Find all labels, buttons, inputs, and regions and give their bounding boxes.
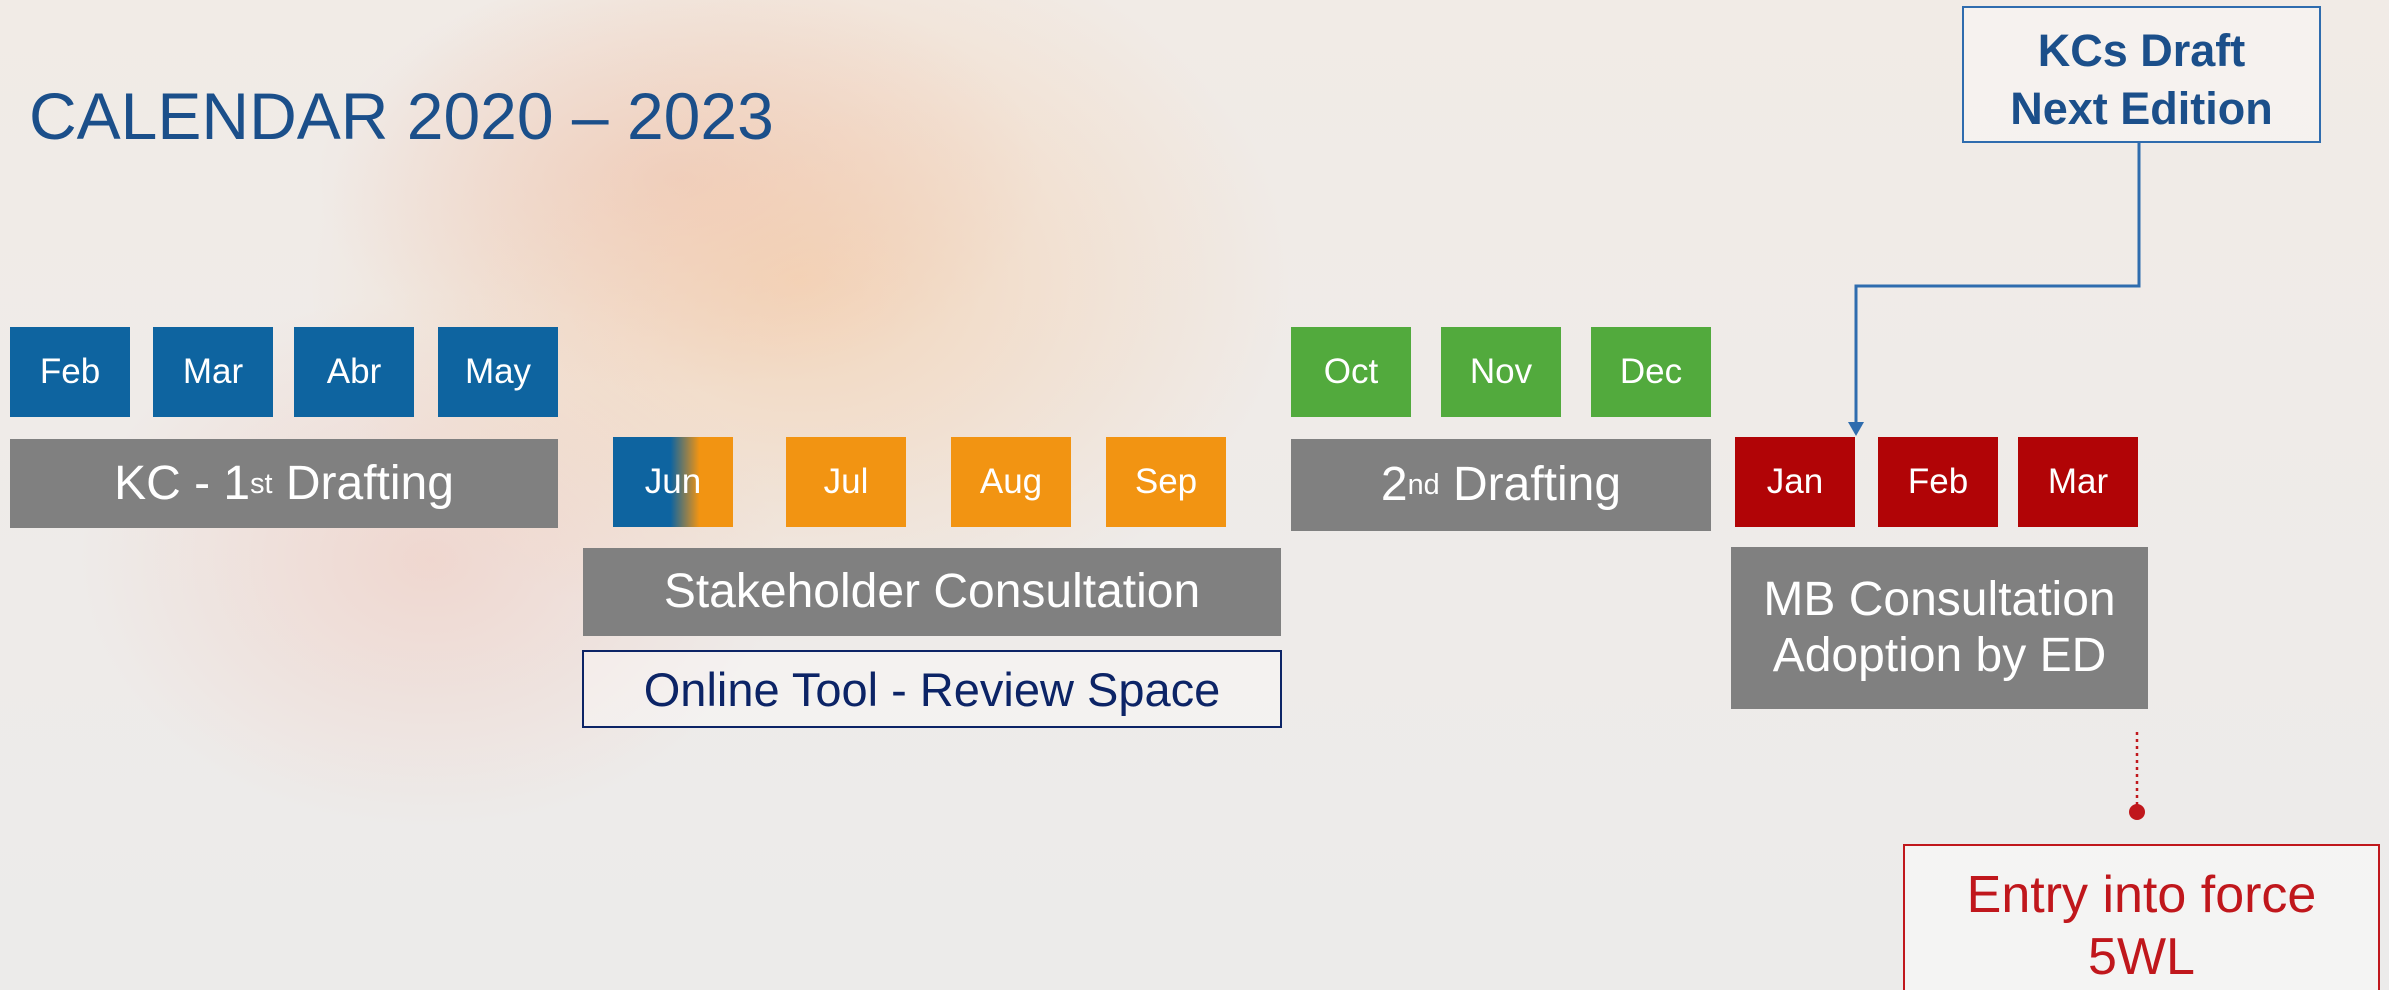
- online-tool-box: Online Tool - Review Space: [582, 650, 1282, 728]
- month-jan: Jan: [1735, 437, 1855, 527]
- month-oct: Oct: [1291, 327, 1411, 417]
- month-feb: Feb: [10, 327, 130, 417]
- month-dec: Dec: [1591, 327, 1711, 417]
- entry-line1: Entry into force: [1966, 866, 2317, 924]
- second-drafting-bar: 2nd Drafting: [1291, 439, 1711, 531]
- first-drafting-bar: KC - 1st Drafting: [10, 439, 558, 528]
- month-mar-2: Mar: [2018, 437, 2138, 527]
- month-aug: Aug: [951, 437, 1071, 527]
- first-drafting-sup: st: [250, 467, 273, 500]
- month-nov: Nov: [1441, 327, 1561, 417]
- mb-line1: MB Consultation: [1763, 573, 2116, 626]
- entry-line2: 5WL: [2088, 928, 2195, 986]
- month-feb-2: Feb: [1878, 437, 1998, 527]
- month-mar: Mar: [153, 327, 273, 417]
- month-jul: Jul: [786, 437, 906, 527]
- first-drafting-prefix: KC - 1: [114, 456, 251, 510]
- first-drafting-suffix: Drafting: [272, 456, 454, 510]
- connector-arrowhead: [1848, 422, 1864, 436]
- month-abr: Abr: [294, 327, 414, 417]
- second-drafting-prefix: 2: [1380, 458, 1408, 511]
- month-sep: Sep: [1106, 437, 1226, 527]
- entry-connector-dot: [2129, 804, 2145, 820]
- second-drafting-sup: nd: [1407, 469, 1440, 501]
- month-jun: Jun: [613, 437, 733, 527]
- second-drafting-suffix: Drafting: [1439, 458, 1622, 511]
- month-may: May: [438, 327, 558, 417]
- entry-into-force-box: Entry into force 5WL: [1903, 844, 2380, 990]
- stakeholder-consultation-bar: Stakeholder Consultation: [583, 548, 1281, 636]
- mb-line2: Adoption by ED: [1772, 629, 2107, 682]
- callout-connector: [1854, 143, 2141, 426]
- mb-consultation-bar: MB Consultation Adoption by ED: [1731, 547, 2148, 709]
